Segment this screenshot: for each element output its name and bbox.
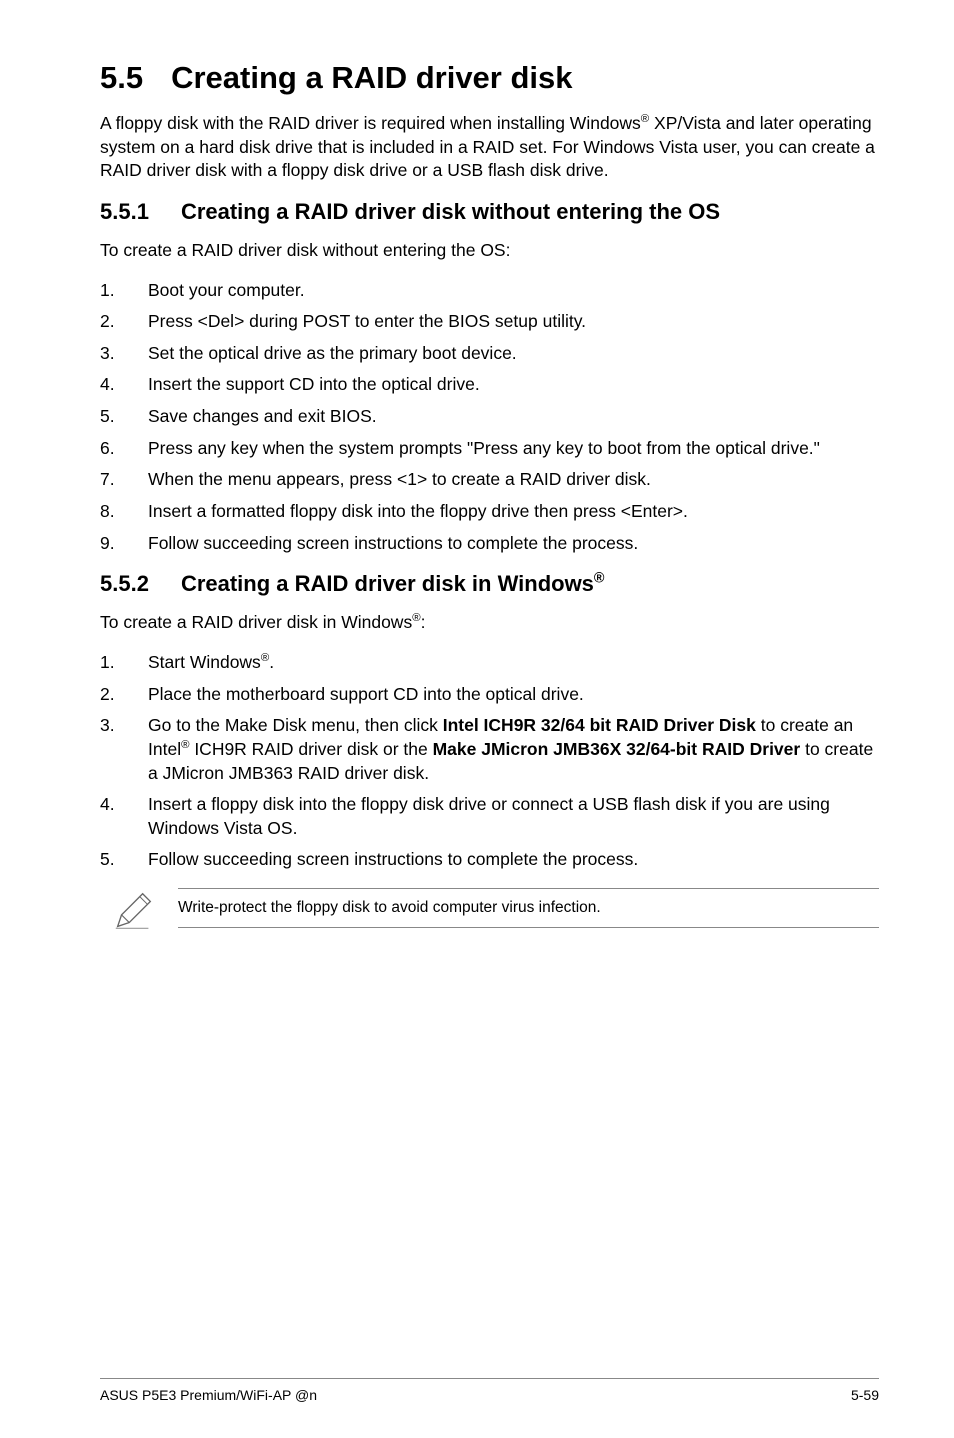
list-item: 1.Start Windows®. — [100, 651, 879, 675]
item-text: Follow succeeding screen instructions to… — [148, 848, 879, 872]
footer-left: ASUS P5E3 Premium/WiFi-AP @n — [100, 1387, 317, 1403]
list-item: 1.Boot your computer. — [100, 279, 879, 303]
section-5-5-2-list: 1.Start Windows®. 2.Place the motherboar… — [100, 651, 879, 872]
section-5-5-1-title: 5.5.1 Creating a RAID driver disk without… — [100, 199, 879, 225]
item-number: 4. — [100, 373, 148, 397]
item-number: 1. — [100, 279, 148, 303]
list-item: 8.Insert a formatted floppy disk into th… — [100, 500, 879, 524]
item-text: Start Windows®. — [148, 651, 879, 675]
list-item: 6.Press any key when the system prompts … — [100, 437, 879, 461]
section-text: Creating a RAID driver disk without ente… — [181, 199, 720, 224]
page-footer: ASUS P5E3 Premium/WiFi-AP @n 5-59 — [100, 1378, 879, 1403]
section-5-5-2-lead: To create a RAID driver disk in Windows®… — [100, 611, 879, 635]
registered-mark: ® — [261, 652, 269, 664]
list-item: 2.Place the motherboard support CD into … — [100, 683, 879, 707]
item-number: 6. — [100, 437, 148, 461]
item-number: 2. — [100, 683, 148, 707]
item-number: 3. — [100, 342, 148, 366]
section-number: 5.5.2 — [100, 571, 149, 597]
list-item: 5.Follow succeeding screen instructions … — [100, 848, 879, 872]
item-text: Insert a floppy disk into the floppy dis… — [148, 793, 879, 840]
list-item: 7.When the menu appears, press <1> to cr… — [100, 468, 879, 492]
list-item: 5.Save changes and exit BIOS. — [100, 405, 879, 429]
item-number: 2. — [100, 310, 148, 334]
list-item: 3.Set the optical drive as the primary b… — [100, 342, 879, 366]
item-number: 1. — [100, 651, 148, 675]
item-number: 5. — [100, 405, 148, 429]
title-number: 5.5 — [100, 60, 143, 96]
footer-right: 5-59 — [851, 1387, 879, 1403]
item-text: When the menu appears, press <1> to crea… — [148, 468, 879, 492]
section-5-5-1-list: 1.Boot your computer. 2.Press <Del> duri… — [100, 279, 879, 556]
list-item: 2.Press <Del> during POST to enter the B… — [100, 310, 879, 334]
item-number: 8. — [100, 500, 148, 524]
note-text-wrap: Write-protect the floppy disk to avoid c… — [178, 888, 879, 928]
item-number: 5. — [100, 848, 148, 872]
registered-mark: ® — [641, 113, 649, 125]
item-number: 4. — [100, 793, 148, 840]
item-text: Insert a formatted floppy disk into the … — [148, 500, 879, 524]
item-text: Press any key when the system prompts "P… — [148, 437, 879, 461]
list-item: 9.Follow succeeding screen instructions … — [100, 532, 879, 556]
pencil-icon — [110, 888, 170, 941]
registered-mark: ® — [594, 571, 605, 587]
list-item: 4.Insert the support CD into the optical… — [100, 373, 879, 397]
item-text: Set the optical drive as the primary boo… — [148, 342, 879, 366]
list-item: 3.Go to the Make Disk menu, then click I… — [100, 714, 879, 785]
section-text: Creating a RAID driver disk in Windows® — [181, 571, 605, 596]
item-text: Save changes and exit BIOS. — [148, 405, 879, 429]
item-text: Insert the support CD into the optical d… — [148, 373, 879, 397]
registered-mark: ® — [412, 613, 420, 625]
list-item: 4.Insert a floppy disk into the floppy d… — [100, 793, 879, 840]
item-number: 9. — [100, 532, 148, 556]
intro-paragraph: A floppy disk with the RAID driver is re… — [100, 112, 879, 183]
note-block: Write-protect the floppy disk to avoid c… — [110, 888, 879, 941]
item-text: Follow succeeding screen instructions to… — [148, 532, 879, 556]
page-title: 5.5 Creating a RAID driver disk — [100, 60, 879, 96]
section-5-5-1-lead: To create a RAID driver disk without ent… — [100, 239, 879, 263]
item-text: Place the motherboard support CD into th… — [148, 683, 879, 707]
title-text: Creating a RAID driver disk — [171, 60, 572, 95]
note-text: Write-protect the floppy disk to avoid c… — [178, 899, 879, 917]
item-number: 3. — [100, 714, 148, 785]
item-text: Go to the Make Disk menu, then click Int… — [148, 714, 879, 785]
item-number: 7. — [100, 468, 148, 492]
item-text: Boot your computer. — [148, 279, 879, 303]
item-text: Press <Del> during POST to enter the BIO… — [148, 310, 879, 334]
section-5-5-2-title: 5.5.2 Creating a RAID driver disk in Wind… — [100, 571, 879, 597]
section-number: 5.5.1 — [100, 199, 149, 225]
